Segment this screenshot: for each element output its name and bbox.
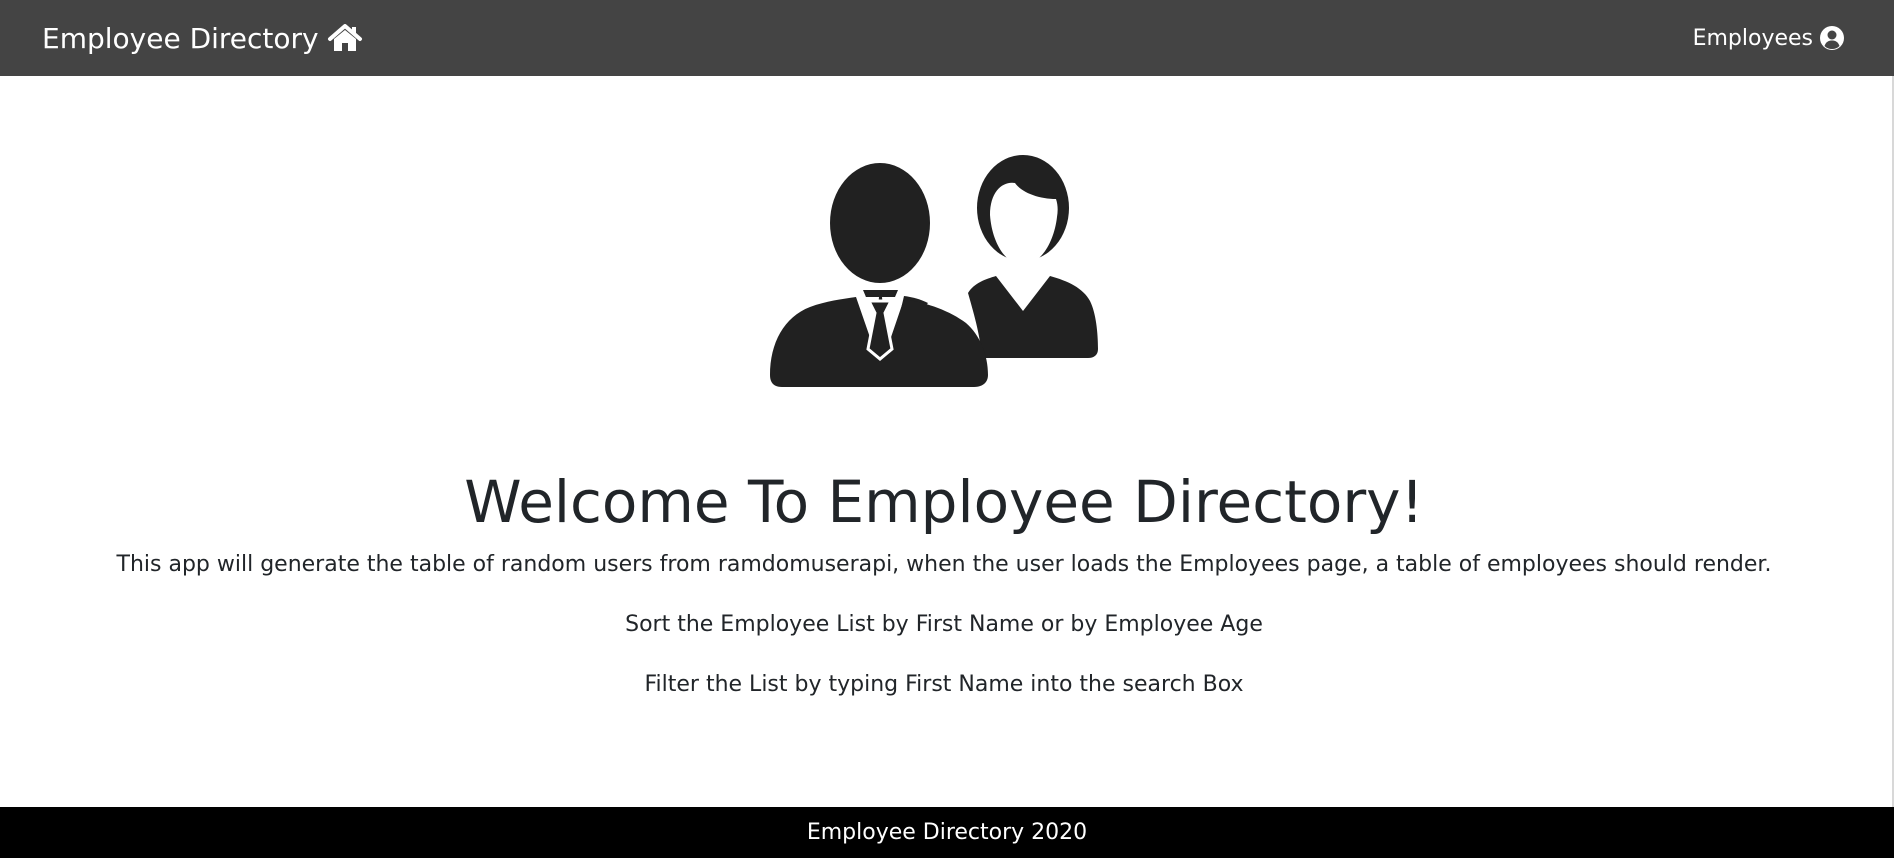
page: Employee Directory Employees Welcome To … bbox=[0, 0, 1894, 858]
employees-nav-link[interactable]: Employees bbox=[1693, 25, 1845, 51]
footer-text: Employee Directory 2020 bbox=[806, 820, 1088, 845]
footer: Employee Directory 2020 bbox=[0, 807, 1894, 858]
filter-hint: Filter the List by typing First Name int… bbox=[644, 672, 1244, 697]
employees-icon bbox=[768, 153, 1120, 388]
brand-label: Employee Directory bbox=[42, 21, 319, 55]
sort-hint: Sort the Employee List by First Name or … bbox=[625, 612, 1263, 637]
user-circle-icon bbox=[1819, 25, 1845, 51]
employees-link-label: Employees bbox=[1692, 25, 1813, 51]
brand-home-link[interactable]: Employee Directory bbox=[42, 22, 363, 55]
app-description: This app will generate the table of rand… bbox=[116, 552, 1772, 577]
page-title: Welcome To Employee Directory! bbox=[464, 468, 1424, 536]
navbar: Employee Directory Employees bbox=[0, 0, 1894, 76]
home-icon bbox=[327, 24, 363, 52]
